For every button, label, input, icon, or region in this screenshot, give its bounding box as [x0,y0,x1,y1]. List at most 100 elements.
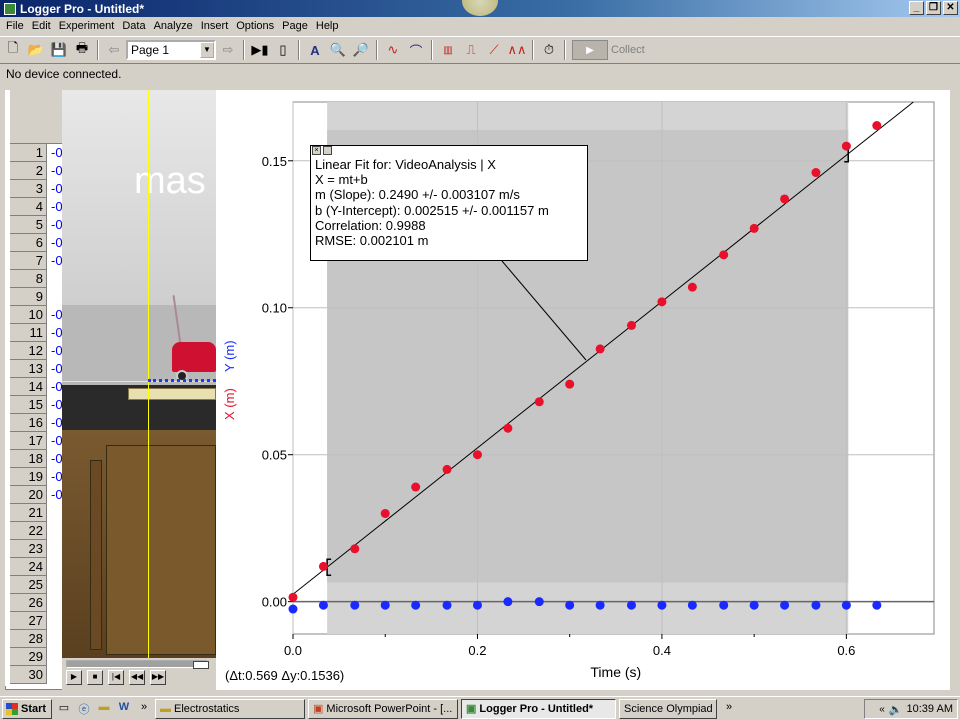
options-icon[interactable] [323,146,332,155]
new-icon[interactable]: 🗋 [2,39,24,61]
table-row[interactable]: 17 -0 [5,432,65,450]
table-row[interactable]: 2 -0 [5,162,65,180]
menu-options[interactable]: Options [232,20,278,32]
menu-analyze[interactable]: Analyze [150,20,197,32]
table-row[interactable]: 3 -0 [5,180,65,198]
menu-edit[interactable]: Edit [28,20,55,32]
table-row[interactable]: 28 [5,630,65,648]
prev-page-icon[interactable]: ⇦ [103,39,125,61]
word-icon[interactable]: W [116,701,132,717]
rewind-icon[interactable]: |◀ [108,670,124,685]
windows-logo-icon [6,702,18,715]
table-row[interactable]: 21 [5,504,65,522]
table-row[interactable]: 7 -0 [5,252,65,270]
y-axis-label-y[interactable]: Y (m) [222,340,237,372]
integral-icon[interactable]: ⎍ [460,39,482,61]
menu-help[interactable]: Help [312,20,343,32]
zoom-out-icon[interactable]: 🔎 [350,39,372,61]
table-row[interactable]: 1 -0 [5,144,65,162]
curve-fit-icon[interactable]: ∧∧ [506,39,528,61]
table-row[interactable]: 8 [5,270,65,288]
table-row[interactable]: 5 -0 [5,216,65,234]
play-icon[interactable]: ▶ [66,670,82,685]
menu-bar: File Edit Experiment Data Analyze Insert… [0,17,960,35]
collect-button[interactable]: ▶ Collect [572,40,645,60]
menu-insert[interactable]: Insert [197,20,233,32]
video-timeline-slider[interactable] [66,660,209,669]
open-icon[interactable]: 📂 [25,39,47,61]
linear-fit-box[interactable]: × Linear Fit for: VideoAnalysis | X X = … [310,145,588,261]
table-row[interactable]: 26 [5,594,65,612]
table-row[interactable]: 11 -0 [5,324,65,342]
y-data-point [472,600,482,610]
tangent-icon[interactable]: ⌒ [405,39,427,61]
menu-page[interactable]: Page [278,20,312,32]
clock[interactable]: 10:39 AM [907,703,953,715]
menu-experiment[interactable]: Experiment [55,20,119,32]
autoscale-icon[interactable]: A [304,39,326,61]
table-row[interactable]: 19 -0 [5,468,65,486]
menu-file[interactable]: File [2,20,28,32]
table-row[interactable]: 16 -0 [5,414,65,432]
task-logger-pro[interactable]: ▣ Logger Pro - Untitled* [461,698,616,719]
table-row[interactable]: 24 [5,558,65,576]
table-row[interactable]: 14 -0 [5,378,65,396]
folder-icon[interactable]: ▬ [96,701,112,717]
overflow-icon[interactable]: » [721,701,737,717]
table-row[interactable]: 13 -0 [5,360,65,378]
menu-data[interactable]: Data [118,20,149,32]
step-back-icon[interactable]: ◀◀ [129,670,145,685]
clock-icon[interactable]: ⏱ [538,39,560,61]
table-row[interactable]: 18 -0 [5,450,65,468]
stop-icon[interactable]: ■ [87,670,103,685]
chevron-down-icon[interactable]: ▼ [200,42,214,58]
table-row[interactable]: 4 -0 [5,198,65,216]
network-icon[interactable]: 🔈 [889,703,903,716]
step-forward-icon[interactable]: ▶▶ [150,670,166,685]
task-science-olympiad[interactable]: Science Olympiad [619,698,717,719]
fit-equation: X = mt+b [315,172,368,188]
page-select[interactable]: Page 1 ▼ [126,40,216,60]
video-frame[interactable]: mas [62,90,216,658]
table-row[interactable]: 30 [5,666,65,684]
video-timeline-thumb[interactable] [193,661,209,669]
next-page-icon[interactable]: ⇨ [217,39,239,61]
browser-icon[interactable]: ⓔ [76,701,92,717]
task-powerpoint[interactable]: ▣ Microsoft PowerPoint - [... [308,698,458,719]
minimize-button[interactable]: _ [909,1,924,15]
start-button[interactable]: Start [2,698,52,719]
task-label: Microsoft PowerPoint - [... [326,702,453,715]
zoom-in-icon[interactable]: 🔍 [327,39,349,61]
x-data-point [687,282,697,292]
row-number: 27 [10,612,47,630]
cabinet-door [90,460,102,650]
table-row[interactable]: 12 -0 [5,342,65,360]
examine-icon[interactable]: ∿ [382,39,404,61]
table-row[interactable]: 23 [5,540,65,558]
show-desktop-icon[interactable]: ▭ [56,701,72,717]
table-row[interactable]: 27 [5,612,65,630]
task-electrostatics[interactable]: ▬ Electrostatics [155,698,305,719]
linear-fit-icon[interactable]: ⟋ [483,39,505,61]
tray-expand-icon[interactable]: « [879,704,885,715]
table-row[interactable]: 25 [5,576,65,594]
print-icon[interactable]: 🖶 [71,39,93,61]
table-row[interactable]: 29 [5,648,65,666]
video-icon[interactable]: ▶▮ [249,39,271,61]
close-icon[interactable]: × [312,146,321,155]
table-row[interactable]: 10 -0 [5,306,65,324]
video-origin-y-axis[interactable] [148,90,149,658]
lab-interface-icon[interactable]: ▯ [272,39,294,61]
y-axis-label-x[interactable]: X (m) [222,388,237,420]
maximize-button[interactable]: ❐ [926,1,941,15]
table-row[interactable]: 15 -0 [5,396,65,414]
overflow-icon[interactable]: » [136,701,152,717]
table-row[interactable]: 22 [5,522,65,540]
table-row[interactable]: 6 -0 [5,234,65,252]
statistics-icon[interactable]: ▥ [437,39,459,61]
save-icon[interactable]: 💾 [48,39,70,61]
close-button[interactable]: ✕ [943,1,958,15]
table-row[interactable]: 20 -0 [5,486,65,504]
table-row[interactable]: 9 [5,288,65,306]
x-tick-label: 0.4 [653,643,671,658]
